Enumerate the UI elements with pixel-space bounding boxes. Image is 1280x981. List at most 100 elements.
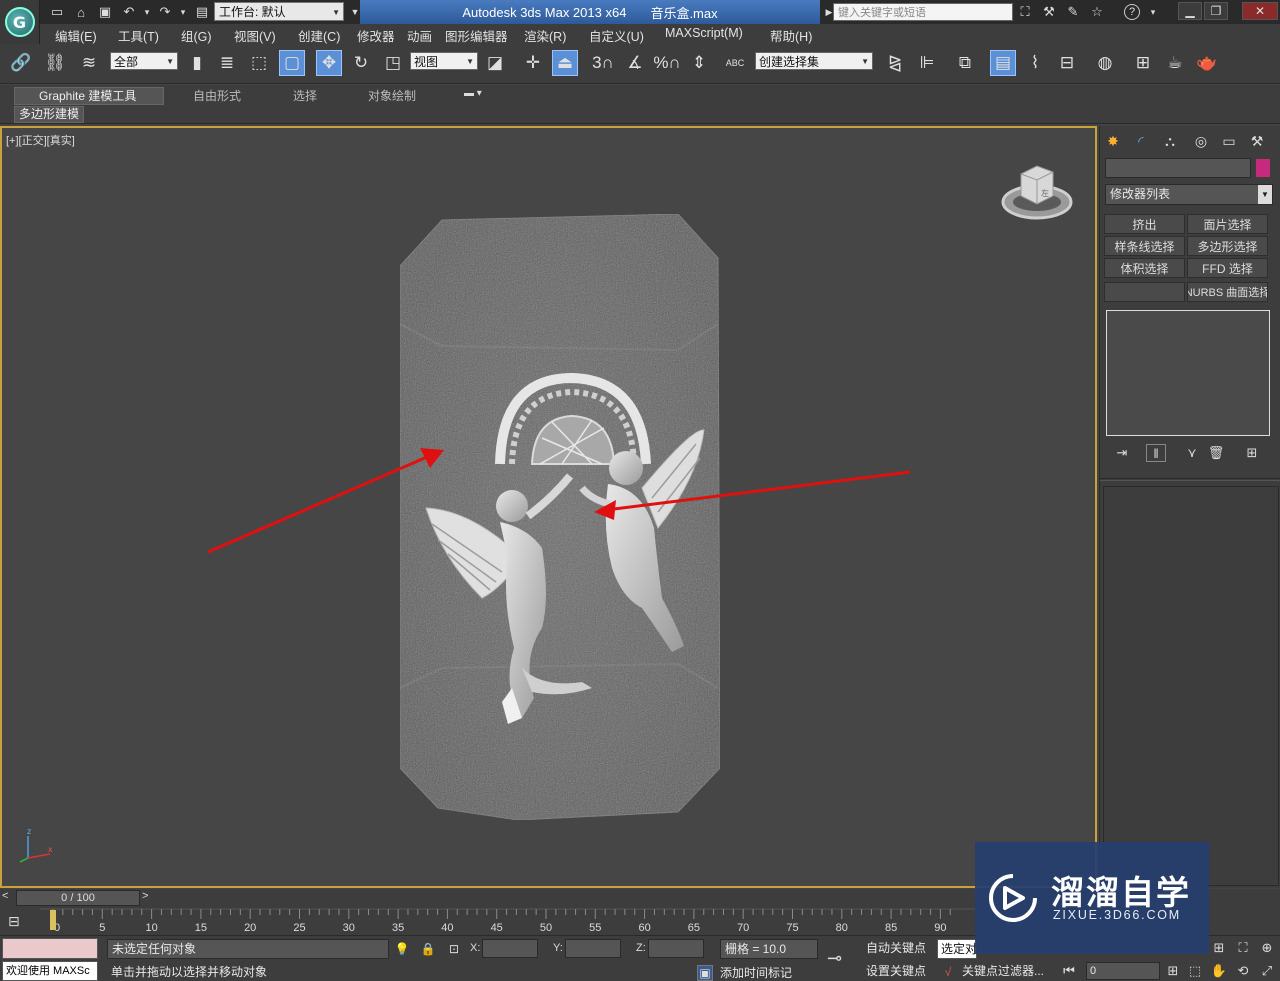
remove-modifier-icon[interactable]: 🗑 <box>1206 444 1226 462</box>
menu-modifiers[interactable]: 修改器 <box>357 26 395 45</box>
time-tag-icon[interactable]: ▣ <box>697 965 713 981</box>
tab-freeform[interactable]: 自由形式 <box>193 87 241 104</box>
search-input[interactable]: 键入关键字或短语 <box>833 3 1013 21</box>
extrude-button[interactable]: 挤出 <box>1104 214 1185 234</box>
select-by-name-icon[interactable]: ≣ <box>214 50 240 76</box>
render-production-icon[interactable]: 🫖 <box>1194 50 1220 76</box>
key-selection-dropdown[interactable]: 选定对 <box>937 939 977 959</box>
y-coord-field[interactable] <box>565 939 621 958</box>
select-and-link-icon[interactable]: 🔗 <box>8 50 34 76</box>
add-time-tag-button[interactable]: 添加时间标记 <box>720 964 792 981</box>
z-coord-field[interactable] <box>648 939 704 958</box>
empty-modifier-button[interactable] <box>1104 282 1185 302</box>
modify-tab-icon[interactable]: ◜ <box>1130 130 1152 152</box>
pan-view-icon[interactable]: ✋ <box>1210 962 1228 980</box>
menu-maxscript[interactable]: MAXScript(M) <box>665 26 743 40</box>
time-configuration-icon[interactable]: ⊞ <box>1164 962 1182 980</box>
redo-icon[interactable]: ↷ <box>156 3 174 21</box>
viewport-front[interactable]: [+][正交][真实] 左 z x <box>0 126 1097 888</box>
pin-stack-icon[interactable]: ⇥ <box>1112 444 1132 462</box>
reference-coordinate-dropdown[interactable]: 视图 <box>410 52 478 71</box>
minimize-button[interactable]: ▁ <box>1178 2 1202 20</box>
display-tab-icon[interactable]: ▭ <box>1218 130 1240 152</box>
menu-rendering[interactable]: 渲染(R) <box>524 26 566 45</box>
undo-icon[interactable]: ↶ <box>120 3 138 21</box>
nurbs-surface-select-button[interactable]: NURBS 曲面选择 <box>1187 282 1268 302</box>
next-frame-icon[interactable]: > <box>142 890 156 906</box>
app-menu-button[interactable]: G <box>0 0 40 44</box>
tab-object-paint[interactable]: 对象绘制 <box>368 87 416 104</box>
mirror-icon[interactable]: ⧎ <box>882 50 908 76</box>
object-name-field[interactable] <box>1105 158 1251 178</box>
select-and-move-icon[interactable]: ✥ <box>316 50 342 76</box>
curve-editor-icon[interactable]: ⌇ <box>1022 50 1048 76</box>
modifier-stack[interactable] <box>1106 310 1270 436</box>
rectangular-selection-icon[interactable]: ⬚ <box>246 50 272 76</box>
menu-help[interactable]: 帮助(H) <box>770 26 812 45</box>
set-key-button[interactable]: 设置关键点 <box>866 962 926 979</box>
viewport-label[interactable]: [+][正交][真实] <box>6 132 75 148</box>
binoculars-icon[interactable]: ⛶ <box>1016 3 1034 21</box>
maximize-button[interactable]: ❐ <box>1204 2 1228 20</box>
track-bar-menu-icon[interactable]: ⊟ <box>8 913 34 929</box>
ribbon-options-icon[interactable]: ▬ ▾ <box>464 88 482 99</box>
bind-space-warp-icon[interactable]: ≋ <box>76 50 102 76</box>
maxscript-listener-output[interactable]: 欢迎使用 MAXSc <box>2 961 98 981</box>
vol-select-button[interactable]: 体积选择 <box>1104 258 1185 278</box>
open-icon[interactable]: ⌂ <box>72 3 90 21</box>
zoom-extents-icon[interactable]: ⛶ <box>1234 939 1252 957</box>
project-icon[interactable]: ▤ <box>193 3 211 21</box>
layer-manager-icon[interactable]: ⧉ <box>952 50 978 76</box>
patch-select-button[interactable]: 面片选择 <box>1187 214 1268 234</box>
menu-edit[interactable]: 编辑(E) <box>55 26 97 45</box>
isolate-selection-icon[interactable]: 💡 <box>394 941 410 957</box>
select-and-scale-icon[interactable]: ◳ <box>380 50 406 76</box>
window-crossing-icon[interactable]: ▢ <box>279 50 305 76</box>
material-editor-icon[interactable]: ◍ <box>1092 50 1118 76</box>
spline-select-button[interactable]: 样条线选择 <box>1104 236 1185 256</box>
subscription-icon[interactable]: ⚒ <box>1040 3 1058 21</box>
named-selection-dropdown[interactable]: 创建选择集 <box>755 52 873 71</box>
motion-tab-icon[interactable]: ◎ <box>1190 130 1212 152</box>
configure-modifier-sets-icon[interactable]: ⊞ <box>1242 444 1262 462</box>
key-filter-icon[interactable]: √ <box>940 964 956 980</box>
workspace-dropdown[interactable]: 工作台: 默认 <box>214 2 344 22</box>
previous-frame-icon[interactable]: < <box>2 890 16 906</box>
percent-snap-icon[interactable]: % ∩ <box>653 50 680 76</box>
angle-snap-icon[interactable]: ∡ <box>622 50 648 76</box>
select-object-icon[interactable]: ▮ <box>184 50 210 76</box>
x-coord-field[interactable] <box>482 939 538 958</box>
menu-create[interactable]: 创建(C) <box>298 26 340 45</box>
zoom-icon[interactable]: ⊞ <box>1210 939 1228 957</box>
zoom-all-icon[interactable]: ⊕ <box>1258 939 1276 957</box>
time-slider-thumb[interactable]: 0 / 100 <box>16 890 140 906</box>
unlink-icon[interactable]: ⛓ <box>42 50 68 76</box>
object-color-swatch[interactable] <box>1256 159 1270 177</box>
maxscript-listener-input[interactable] <box>2 938 98 959</box>
close-button[interactable]: ✕ <box>1242 2 1278 20</box>
menu-tools[interactable]: 工具(T) <box>118 26 159 45</box>
redo-dropdown-icon[interactable]: ▾ <box>174 3 192 21</box>
show-end-result-icon[interactable]: ‖ <box>1146 444 1166 462</box>
make-unique-icon[interactable]: ⋎ <box>1182 444 1202 462</box>
tab-graphite-modeling[interactable]: Graphite 建模工具 <box>14 87 164 105</box>
field-of-view-icon[interactable]: ⬚ <box>1186 962 1204 980</box>
new-icon[interactable]: ▭ <box>48 3 66 21</box>
undo-dropdown-icon[interactable]: ▾ <box>138 3 156 21</box>
frame-ruler[interactable]: 0 5 10 15 20 25 30 35 40 45 50 55 60 65 70 75 80 85 90 <box>40 907 975 935</box>
maximize-viewport-icon[interactable]: ⤢ <box>1258 962 1276 980</box>
tab-selection[interactable]: 选择 <box>293 87 317 104</box>
keyboard-shortcut-override-icon[interactable]: ⏏ <box>552 50 578 76</box>
spinner-snap-icon[interactable]: ⇕ <box>686 50 712 76</box>
save-icon[interactable]: ▣ <box>96 3 114 21</box>
absolute-transform-icon[interactable]: ⊡ <box>446 941 462 957</box>
selection-lock-icon[interactable]: 🔒 <box>420 941 436 957</box>
menu-graph-editors[interactable]: 图形编辑器 <box>445 26 508 45</box>
auto-key-button[interactable]: 自动关键点 <box>866 939 926 956</box>
help-dropdown-icon[interactable]: ▾ <box>1144 3 1162 21</box>
current-frame-field[interactable]: 0 <box>1086 962 1160 980</box>
pivot-center-icon[interactable]: ◪ <box>482 50 508 76</box>
snap-toggle-icon[interactable]: 3 ∩ <box>590 50 616 76</box>
create-tab-icon[interactable]: ✸ <box>1102 130 1124 152</box>
communication-icon[interactable]: ✎ <box>1064 3 1082 21</box>
